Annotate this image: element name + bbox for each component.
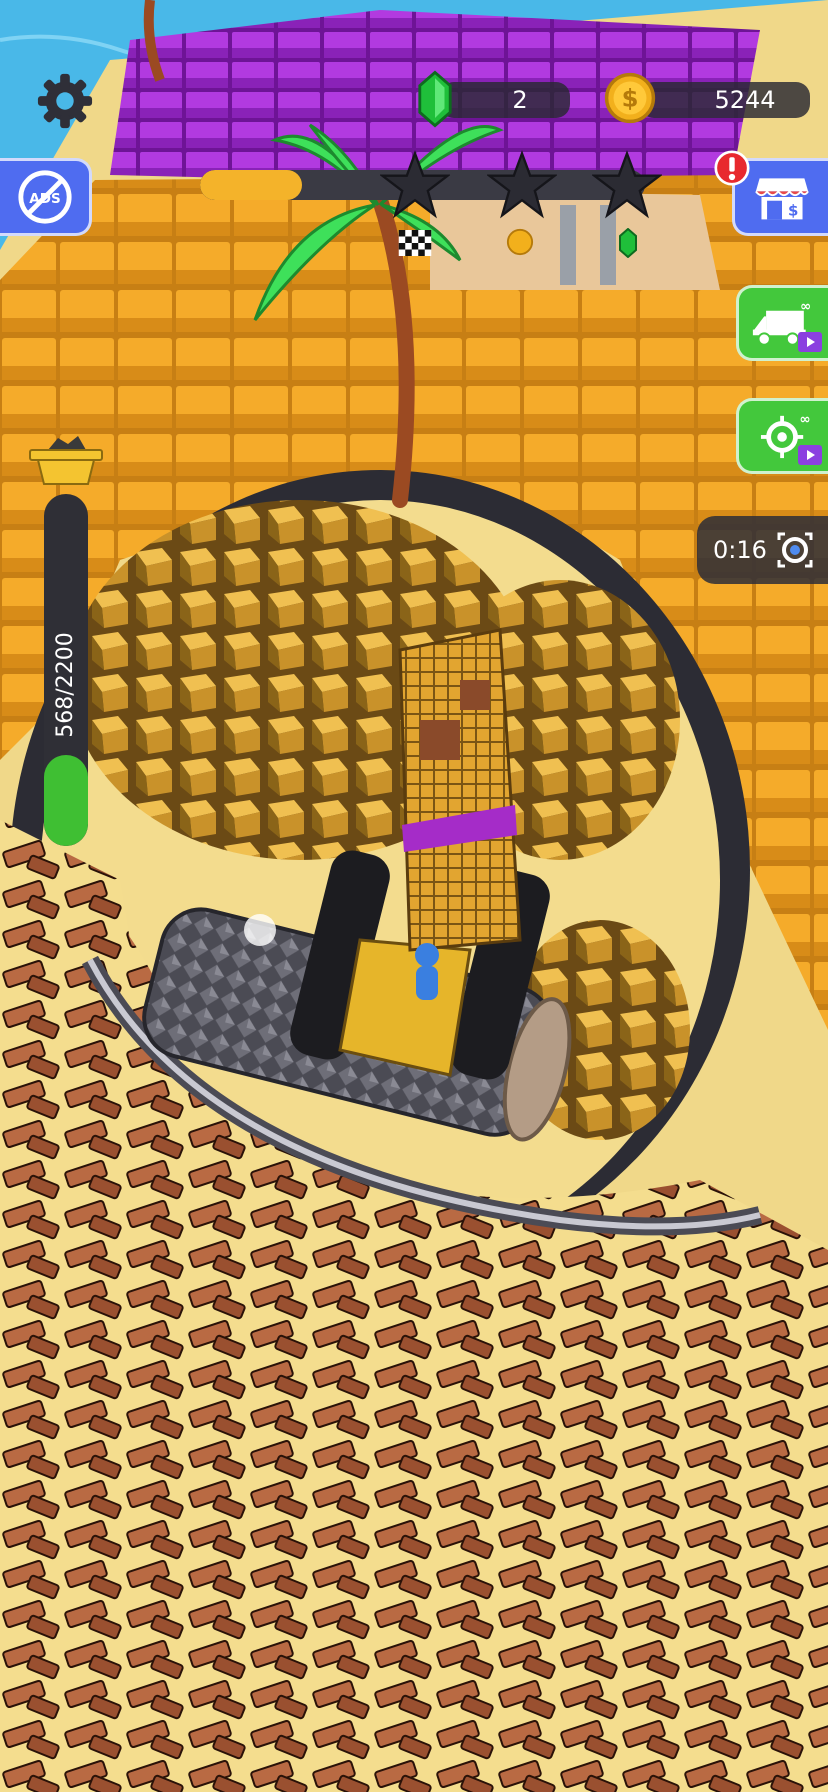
star-icon — [592, 150, 662, 219]
no-ads-icon: ADS — [17, 170, 72, 224]
timer-pill: 0:16 — [697, 516, 828, 584]
infinity-icon: ∞ — [799, 413, 810, 428]
svg-text:$: $ — [622, 84, 639, 113]
svg-text:$: $ — [788, 202, 798, 220]
star-icon — [487, 150, 557, 219]
no-ads-button[interactable]: ADS — [0, 158, 92, 236]
gear-icon[interactable] — [36, 72, 94, 130]
video-icon — [798, 445, 822, 465]
no-ads-label: ADS — [29, 191, 60, 207]
shop-icon: $ — [754, 178, 809, 220]
coins-counter: 5244 — [640, 82, 810, 118]
level-progress-fill — [200, 170, 303, 200]
capacity-fill — [44, 755, 88, 846]
gem-icon — [418, 70, 452, 128]
coin-icon: $ — [604, 72, 656, 124]
video-icon — [798, 332, 822, 352]
timer-text: 0:16 — [713, 536, 767, 564]
gem-icon — [619, 228, 637, 258]
capacity-gauge: 568/2200 — [28, 432, 104, 852]
gems-counter: 2 — [440, 82, 570, 118]
capacity-text: 568/2200 — [53, 632, 78, 738]
target-icon — [777, 532, 813, 568]
alert-icon — [714, 150, 750, 186]
coins-count: 5244 — [714, 86, 776, 114]
game-scene — [0, 0, 828, 1792]
infinity-icon: ∞ — [800, 300, 811, 315]
ore-bucket-icon — [29, 436, 103, 485]
finish-flag-icon — [398, 230, 432, 256]
target-booster-button[interactable]: ∞ — [736, 398, 828, 474]
gems-count: 2 — [512, 86, 528, 114]
star-icon — [380, 150, 450, 219]
truck-booster-button[interactable]: ∞ — [736, 285, 828, 361]
coin-icon — [506, 228, 534, 256]
